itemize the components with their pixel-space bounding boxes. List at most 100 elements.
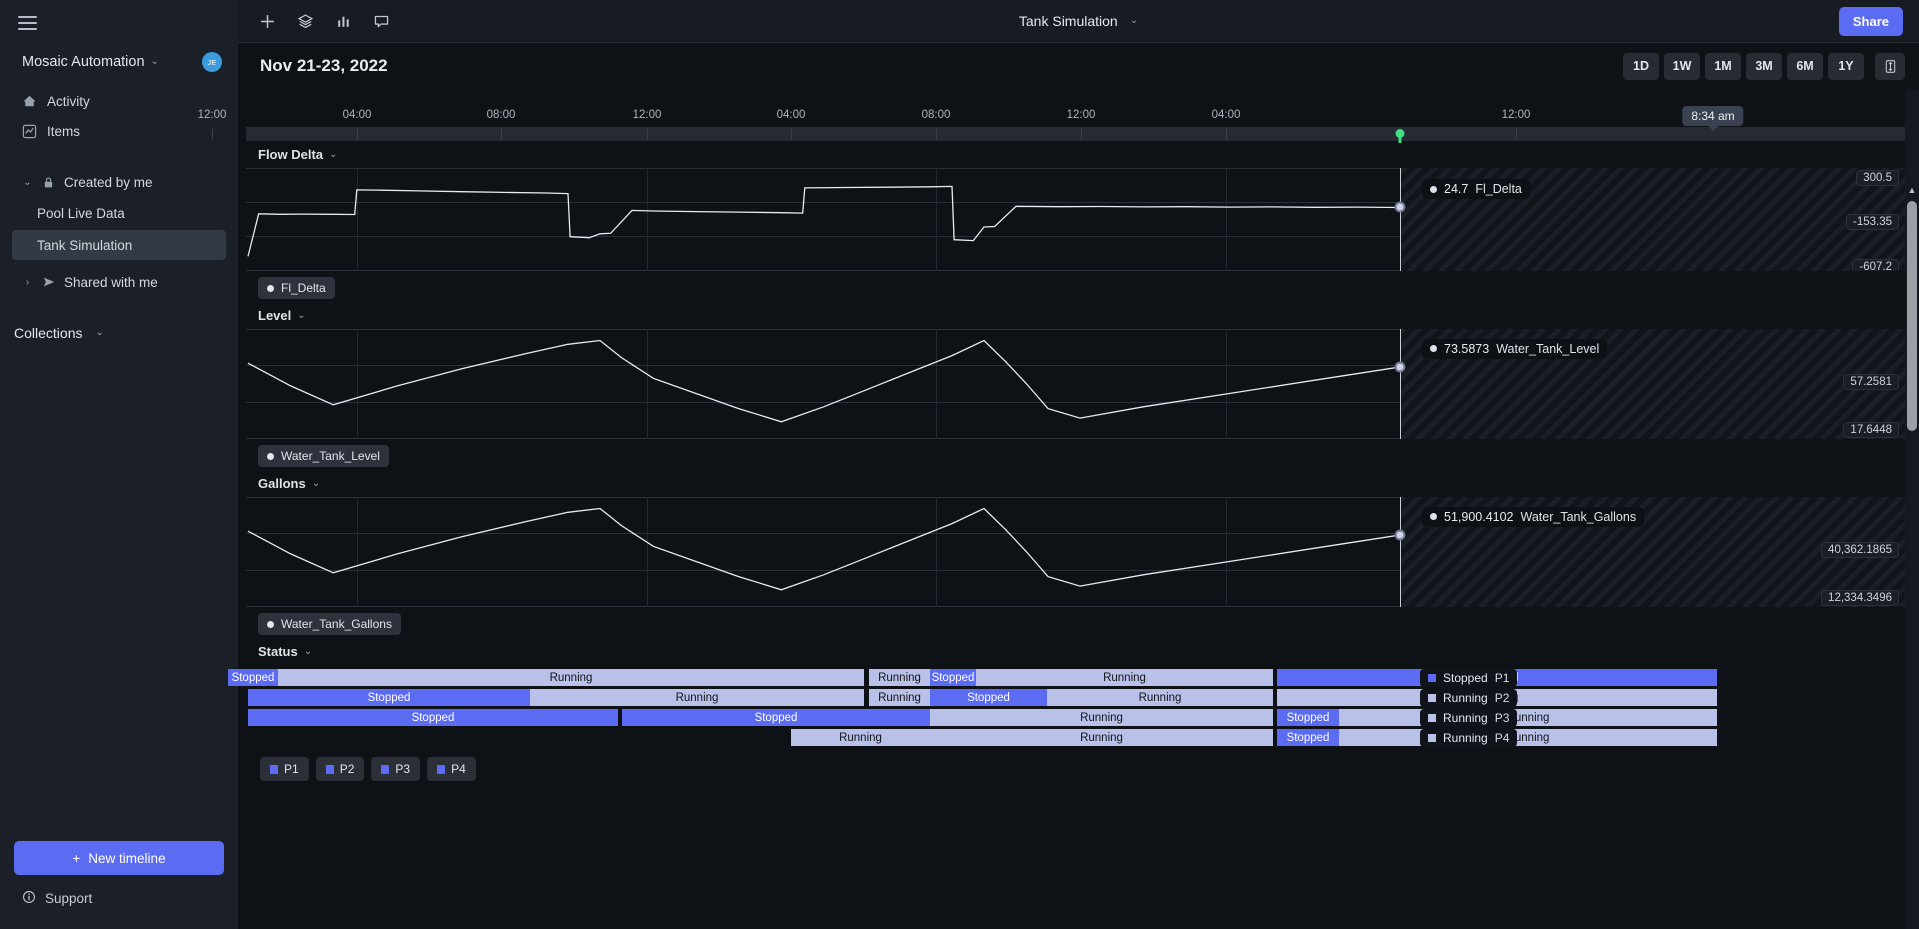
time-cursor-badge[interactable]: 8:34 am <box>1682 106 1744 131</box>
sidebar: Mosaic Automation ⌄ JE Activity Items ⌄ … <box>0 0 238 929</box>
document-title-button[interactable]: Tank Simulation ⌄ <box>1019 13 1138 29</box>
range-button-6m[interactable]: 6M <box>1787 52 1823 80</box>
timeline-canvas: 12:00 04:00 08:00 12:00 04:00 08:00 12:00 04:00… <box>198 89 1919 929</box>
process-chip[interactable]: P4 <box>427 757 476 781</box>
series-chip[interactable]: Water_Tank_Gallons <box>258 613 401 635</box>
process-chip[interactable]: P2 <box>315 757 365 781</box>
time-axis-tick: 12:00 <box>632 109 662 121</box>
cursor-data-point <box>1394 201 1406 213</box>
status-segment[interactable]: Running <box>791 729 930 746</box>
share-button[interactable]: Share <box>1838 6 1903 36</box>
scroll-up-arrow[interactable]: ▲ <box>1906 185 1918 195</box>
bar-chart-icon[interactable] <box>332 10 354 32</box>
new-timeline-button[interactable]: + New timeline <box>14 841 224 875</box>
status-segment[interactable]: Running <box>976 669 1273 686</box>
plot-area[interactable]: 24.7 Fl_Delta 300.5 -153.35 -607.2 <box>246 168 1905 271</box>
range-button-1y[interactable]: 1Y <box>1828 52 1864 80</box>
comment-icon[interactable] <box>370 10 392 32</box>
status-segment[interactable]: Stopped <box>930 669 976 686</box>
status-segment[interactable]: Running <box>930 729 1273 746</box>
sidebar-group-shared-with-me[interactable]: › Shared with me <box>0 268 238 296</box>
layers-icon[interactable] <box>294 10 316 32</box>
panel-header[interactable]: Status ⌄ <box>246 638 1905 665</box>
status-segment[interactable]: Stopped <box>248 709 618 726</box>
status-segment[interactable]: Running <box>1339 729 1717 746</box>
avatar[interactable]: JE <box>202 52 222 72</box>
support-link[interactable]: Support <box>14 881 224 915</box>
status-segment[interactable]: Running <box>869 689 930 706</box>
chart-panel: Gallons ⌄ 51,900.4102 Water_Tank_Gallons 40,… <box>246 470 1905 638</box>
range-button-1w[interactable]: 1W <box>1664 52 1700 80</box>
range-button-1m[interactable]: 1M <box>1705 52 1741 80</box>
main-area: Tank Simulation ⌄ Share Nov 21-23, 2022 … <box>198 0 1919 929</box>
sidebar-item-pool-live-data[interactable]: Pool Live Data <box>12 198 226 228</box>
org-switcher[interactable]: Mosaic Automation ⌄ JE <box>0 44 238 80</box>
menu-icon[interactable] <box>0 0 238 44</box>
sidebar-group-collections[interactable]: Collections ⌄ <box>0 318 238 348</box>
series-chip[interactable]: Water_Tank_Level <box>258 445 389 467</box>
panel-header[interactable]: Flow Delta ⌄ <box>246 141 1905 168</box>
chevron-down-icon[interactable]: ⌄ <box>297 310 305 321</box>
scrubber-tick <box>501 129 502 139</box>
series-color-dot <box>267 620 274 628</box>
status-state: Running <box>1443 731 1488 745</box>
status-segment[interactable]: Running <box>1047 689 1273 706</box>
time-axis-tick: 12:00 <box>197 109 227 121</box>
scrubber-tick <box>212 129 213 139</box>
fit-vertical-icon[interactable] <box>1875 52 1905 80</box>
series-chip[interactable]: Fl_Delta <box>258 277 335 299</box>
series-line <box>247 185 1401 257</box>
status-segment[interactable]: Stopped <box>1277 709 1339 726</box>
cursor-data-point <box>1394 529 1406 541</box>
series-color-dot <box>1430 513 1437 521</box>
window-title-container: Tank Simulation ⌄ <box>238 13 1919 29</box>
series-chip-label: Water_Tank_Gallons <box>281 617 392 631</box>
status-segment[interactable]: Stopped <box>228 669 278 686</box>
sidebar-item-tank-simulation[interactable]: Tank Simulation <box>12 230 226 260</box>
process-chip[interactable]: P3 <box>371 757 421 781</box>
process-chip-row: P1 P2 P3 P4 <box>246 749 1905 783</box>
scrubber-tick <box>936 129 937 139</box>
status-segment[interactable]: Running <box>530 689 864 706</box>
time-scrubber[interactable]: 8:34 am <box>212 106 1905 143</box>
panel-header[interactable]: Level ⌄ <box>246 302 1905 329</box>
chevron-down-icon[interactable]: ⌄ <box>312 478 320 489</box>
time-axis-tick: 04:00 <box>342 109 372 121</box>
cursor-value-chip: 24.7 Fl_Delta <box>1422 179 1530 200</box>
plot-area[interactable]: 51,900.4102 Water_Tank_Gallons 40,362.1865… <box>246 497 1905 607</box>
value-cursor-line <box>1400 168 1401 271</box>
panel-header[interactable]: Gallons ⌄ <box>246 470 1905 497</box>
series-line <box>247 507 1401 591</box>
status-segment[interactable]: Stopped <box>248 689 530 706</box>
status-segment[interactable]: Running <box>278 669 864 686</box>
series-chip-row: Water_Tank_Gallons <box>246 607 1905 638</box>
sidebar-group-created-by-me[interactable]: ⌄ Created by me <box>0 168 238 196</box>
status-segment[interactable]: Running <box>930 709 1273 726</box>
plot-area[interactable]: 73.5873 Water_Tank_Level 57.2581 17.6448 <box>246 329 1905 439</box>
sidebar-item-label: Activity <box>47 93 90 109</box>
scrollbar-thumb[interactable] <box>1907 201 1917 431</box>
top-toolbar: Tank Simulation ⌄ Share <box>238 0 1919 43</box>
process-color-swatch <box>381 764 390 774</box>
status-segment[interactable]: Stopped <box>622 709 930 726</box>
series-chip-label: Fl_Delta <box>281 281 326 295</box>
value-cursor-line <box>1400 329 1401 439</box>
range-button-3m[interactable]: 3M <box>1746 52 1782 80</box>
plus-icon[interactable] <box>256 10 278 32</box>
status-state: Running <box>1443 711 1488 725</box>
vertical-scrollbar[interactable]: ▲ <box>1905 89 1919 929</box>
status-segment[interactable]: Running <box>1339 709 1717 726</box>
chevron-down-icon[interactable]: ⌄ <box>329 149 337 160</box>
time-axis: 12:00 04:00 08:00 12:00 04:00 08:00 12:00 04:00… <box>198 89 1905 127</box>
range-button-1d[interactable]: 1D <box>1623 52 1659 80</box>
chevron-down-icon: ⌄ <box>150 56 159 67</box>
status-segment[interactable]: Stopped <box>930 689 1047 706</box>
chevron-down-icon: ⌄ <box>95 327 104 338</box>
chevron-down-icon[interactable]: ⌄ <box>304 646 312 657</box>
status-segment[interactable]: Running <box>869 669 930 686</box>
status-segment[interactable]: Stopped <box>1277 729 1339 746</box>
chevron-right-icon[interactable]: › <box>22 277 33 288</box>
status-rows: Stopped Running Running Stopped Running Stopp… <box>228 669 1905 747</box>
process-chip[interactable]: P1 <box>260 757 309 781</box>
chevron-down-icon[interactable]: ⌄ <box>22 177 33 188</box>
